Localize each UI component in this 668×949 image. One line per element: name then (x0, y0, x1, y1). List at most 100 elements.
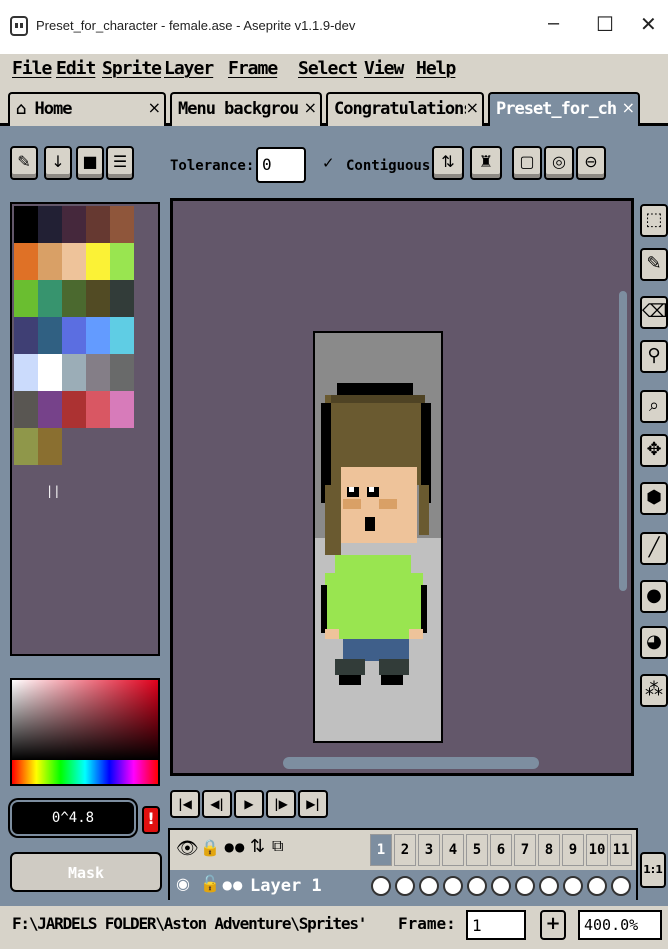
layer-eye-icon[interactable]: ◉ (176, 874, 190, 893)
frame-header[interactable]: 1 (370, 834, 392, 866)
palette-swatch[interactable] (110, 391, 134, 428)
marquee-tool-icon[interactable]: ⬚ (640, 204, 668, 237)
tab-congratulations[interactable]: Congratulations × (326, 92, 484, 126)
line-tool-icon[interactable]: ╱ (640, 532, 668, 565)
palette-swatch[interactable] (38, 391, 62, 428)
palette-sort-icon[interactable]: ↓ (44, 146, 72, 180)
minimize-button[interactable]: – (548, 12, 559, 35)
palette-swatch[interactable] (14, 243, 38, 280)
cel[interactable] (611, 876, 631, 896)
palette-swatch[interactable] (110, 243, 134, 280)
palette-options-icon[interactable]: ☰ (106, 146, 134, 180)
tolerance-input[interactable]: 0 (256, 147, 306, 183)
palette-swatch[interactable] (38, 206, 62, 243)
menu-select[interactable]: Select (298, 58, 358, 79)
horizontal-scrollbar[interactable] (283, 757, 539, 769)
warning-icon[interactable]: ! (142, 806, 160, 834)
close-icon[interactable]: × (303, 98, 317, 117)
palette-swatch[interactable] (14, 354, 38, 391)
paint-bucket-tool-icon[interactable]: ⬢ (640, 482, 668, 515)
mask-button[interactable]: Mask (10, 852, 162, 892)
palette-swatch[interactable] (86, 354, 110, 391)
frame-header[interactable]: 3 (418, 834, 440, 866)
ink-bottle-icon[interactable]: ♜ (470, 146, 502, 180)
palette-swatch[interactable] (62, 317, 86, 354)
frame-header[interactable]: 9 (562, 834, 584, 866)
palette-swatch[interactable] (62, 206, 86, 243)
frame-header[interactable]: 5 (466, 834, 488, 866)
palette-edit-icon[interactable]: ✎ (10, 146, 38, 180)
palette-swatch[interactable] (86, 243, 110, 280)
palette-swatch[interactable] (38, 428, 62, 465)
frame-header[interactable]: 4 (442, 834, 464, 866)
pencil-tool-icon[interactable]: ✎ (640, 248, 668, 281)
ellipse-tool-icon[interactable]: ● (640, 580, 668, 613)
tab-home[interactable]: ⌂ Home × (8, 92, 166, 126)
palette-swatch[interactable] (110, 206, 134, 243)
vertical-scrollbar[interactable] (619, 291, 627, 591)
zoom-input[interactable]: 400.0% (578, 910, 662, 940)
cel[interactable] (563, 876, 583, 896)
selection-subtract-icon[interactable]: ⊖ (576, 146, 606, 180)
cel[interactable] (587, 876, 607, 896)
spray-tool-icon[interactable]: ⁂ (640, 674, 668, 707)
palette-swatch[interactable] (14, 428, 38, 465)
palette-swatch[interactable] (14, 280, 38, 317)
palette-swatch[interactable] (62, 391, 86, 428)
new-frame-button[interactable]: + (540, 910, 566, 940)
cel[interactable] (491, 876, 511, 896)
palette-swatch[interactable] (110, 354, 134, 391)
frame-header[interactable]: 10 (586, 834, 608, 866)
palette-swatch[interactable] (14, 317, 38, 354)
palette-swatch[interactable] (110, 280, 134, 317)
next-frame-icon[interactable]: |▶ (266, 790, 296, 818)
canvas-area[interactable] (170, 198, 634, 776)
menu-view[interactable]: View (364, 58, 404, 79)
zoom-one-to-one-button[interactable]: 1:1 (640, 852, 666, 888)
cel[interactable] (467, 876, 487, 896)
lock-icon[interactable]: 🔒 (200, 838, 220, 857)
palette-swatch[interactable] (86, 206, 110, 243)
last-frame-icon[interactable]: ▶| (298, 790, 328, 818)
menu-frame[interactable]: Frame (228, 58, 278, 79)
previous-frame-icon[interactable]: ◀| (202, 790, 232, 818)
cel[interactable] (515, 876, 535, 896)
menu-sprite[interactable]: Sprite (102, 58, 162, 79)
palette-swatch[interactable] (110, 317, 134, 354)
selection-add-icon[interactable]: ◎ (544, 146, 574, 180)
palette-swatch[interactable] (86, 391, 110, 428)
palette-swatch[interactable] (62, 280, 86, 317)
first-frame-icon[interactable]: |◀ (170, 790, 200, 818)
blur-tool-icon[interactable]: ◕ (640, 626, 668, 659)
tab-menu-background[interactable]: Menu backgrou × (170, 92, 322, 126)
palette-swatch[interactable] (38, 354, 62, 391)
close-icon[interactable]: × (148, 98, 161, 117)
menu-help[interactable]: Help (416, 58, 456, 79)
palette-presets-icon[interactable]: ■ (76, 146, 104, 180)
palette-swatch[interactable] (14, 206, 38, 243)
pivot-icon[interactable]: ⇅ (432, 146, 464, 180)
close-icon[interactable]: × (621, 98, 635, 117)
saturation-value-area[interactable] (12, 680, 158, 760)
palette-swatch[interactable] (38, 280, 62, 317)
cel[interactable] (539, 876, 559, 896)
zoom-tool-icon[interactable]: ⌕ (640, 390, 668, 423)
frame-input[interactable]: 1 (466, 910, 526, 940)
layer-continuous-icon[interactable]: ●● (222, 878, 243, 892)
palette-swatch[interactable] (62, 354, 86, 391)
cel[interactable] (395, 876, 415, 896)
frame-header[interactable]: 8 (538, 834, 560, 866)
frame-header[interactable]: 11 (610, 834, 632, 866)
contiguous-checkbox[interactable]: ✓ (322, 154, 335, 172)
cel[interactable] (371, 876, 391, 896)
link-cels-icon[interactable]: ⇅ (250, 836, 265, 857)
menu-file[interactable]: File (12, 58, 52, 79)
cel[interactable] (419, 876, 439, 896)
frame-header[interactable]: 6 (490, 834, 512, 866)
layer-options-icon[interactable]: ⧉ (272, 836, 283, 856)
palette-swatch[interactable] (38, 243, 62, 280)
palette-swatch[interactable] (62, 243, 86, 280)
sprite-canvas[interactable] (313, 331, 443, 743)
palette-swatch[interactable] (86, 317, 110, 354)
layer-name[interactable]: Layer 1 (250, 876, 322, 896)
